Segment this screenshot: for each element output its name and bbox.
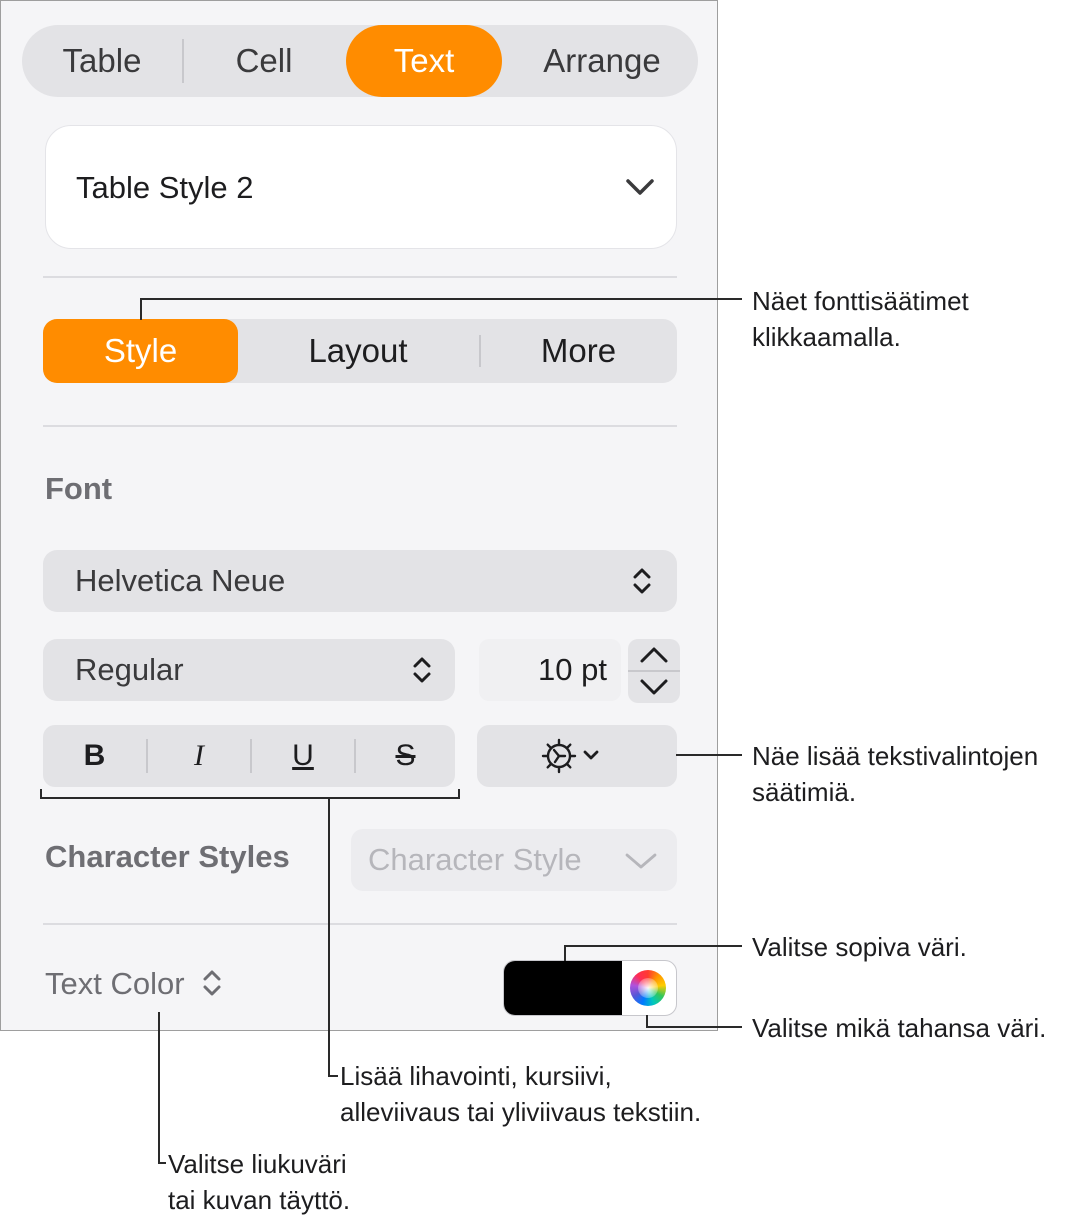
callout-gradient-fill: Valitse liukuväri tai kuvan täyttö. xyxy=(168,1149,351,1215)
callout-line xyxy=(564,945,566,961)
chevron-down-icon xyxy=(626,179,654,195)
stepper-divider xyxy=(628,670,680,672)
format-inspector-panel: Table Cell Text Arrange Table Style 2 St… xyxy=(0,0,718,1031)
character-styles-label: Character Styles xyxy=(45,839,290,874)
text-color-well xyxy=(503,960,677,1016)
callout-line xyxy=(158,1012,160,1164)
chevron-down-icon xyxy=(625,853,657,869)
subtab-style[interactable]: Style xyxy=(43,319,238,383)
callout-choose-color: Valitse sopiva väri. xyxy=(752,932,967,962)
text-subtab-control: Style Layout More xyxy=(43,319,677,383)
callout-line xyxy=(646,1026,742,1028)
callout-line xyxy=(140,298,142,320)
advanced-text-options-button[interactable] xyxy=(477,725,677,787)
font-section-title: Font xyxy=(45,471,113,506)
callout-any-color: Valitse mikä tahansa väri. xyxy=(752,1013,1047,1043)
callout-font-controls: Näet fonttisäätimet klikkaamalla. xyxy=(752,286,969,352)
text-color-fill-popup[interactable]: Text Color xyxy=(45,966,223,1002)
gear-icon xyxy=(541,738,599,774)
character-style-popup[interactable]: Character Style xyxy=(351,829,677,891)
color-swatch[interactable] xyxy=(504,961,622,1015)
font-family-value: Helvetica Neue xyxy=(75,563,286,598)
tab-arrange[interactable]: Arrange xyxy=(507,25,697,97)
callout-bracket xyxy=(40,789,42,799)
callout-line xyxy=(676,754,742,756)
typeface-popup[interactable]: Regular xyxy=(43,639,455,701)
callout-line xyxy=(328,1075,338,1077)
callout-more-text-options: Näe lisää tekstivalintojen säätimiä. xyxy=(752,741,1039,807)
tab-table[interactable]: Table xyxy=(22,25,182,97)
callout-line xyxy=(328,797,330,1077)
text-format-buttons: B I U S xyxy=(43,725,455,787)
callout-text-styles: Lisää lihavointi, kursiivi, alleviivaus … xyxy=(340,1061,702,1127)
table-style-value: Table Style 2 xyxy=(76,170,254,205)
underline-button[interactable]: U xyxy=(252,725,354,787)
font-size-value: 10 pt xyxy=(538,652,607,687)
up-down-chevron-icon xyxy=(203,970,221,996)
color-wheel-icon[interactable] xyxy=(630,970,666,1006)
font-size-field[interactable]: 10 pt xyxy=(479,639,621,701)
up-down-chevron-icon xyxy=(633,568,651,594)
inspector-tab-bar: Table Cell Text Arrange xyxy=(22,25,698,97)
tab-cell[interactable]: Cell xyxy=(184,25,344,97)
callout-line xyxy=(140,298,742,300)
bold-button[interactable]: B xyxy=(43,725,146,787)
text-color-label: Text Color xyxy=(45,966,185,1001)
callout-bracket xyxy=(458,789,460,799)
callout-line xyxy=(564,945,742,947)
decrease-size-icon[interactable] xyxy=(638,677,670,697)
increase-size-icon[interactable] xyxy=(638,645,670,665)
divider xyxy=(43,276,677,278)
subtab-layout[interactable]: Layout xyxy=(258,319,458,383)
callout-bracket xyxy=(40,797,460,799)
subtab-more[interactable]: More xyxy=(480,319,677,383)
font-family-popup[interactable]: Helvetica Neue xyxy=(43,550,677,612)
table-style-select[interactable]: Table Style 2 xyxy=(45,125,677,249)
typeface-value: Regular xyxy=(75,652,184,687)
divider xyxy=(43,425,677,427)
italic-button[interactable]: I xyxy=(148,725,250,787)
character-style-placeholder: Character Style xyxy=(368,842,582,877)
font-size-stepper[interactable] xyxy=(628,639,680,703)
up-down-chevron-icon xyxy=(413,657,431,683)
tab-text[interactable]: Text xyxy=(346,25,502,97)
callout-line xyxy=(158,1162,166,1164)
strikethrough-button[interactable]: S xyxy=(356,725,455,787)
divider xyxy=(43,923,677,925)
